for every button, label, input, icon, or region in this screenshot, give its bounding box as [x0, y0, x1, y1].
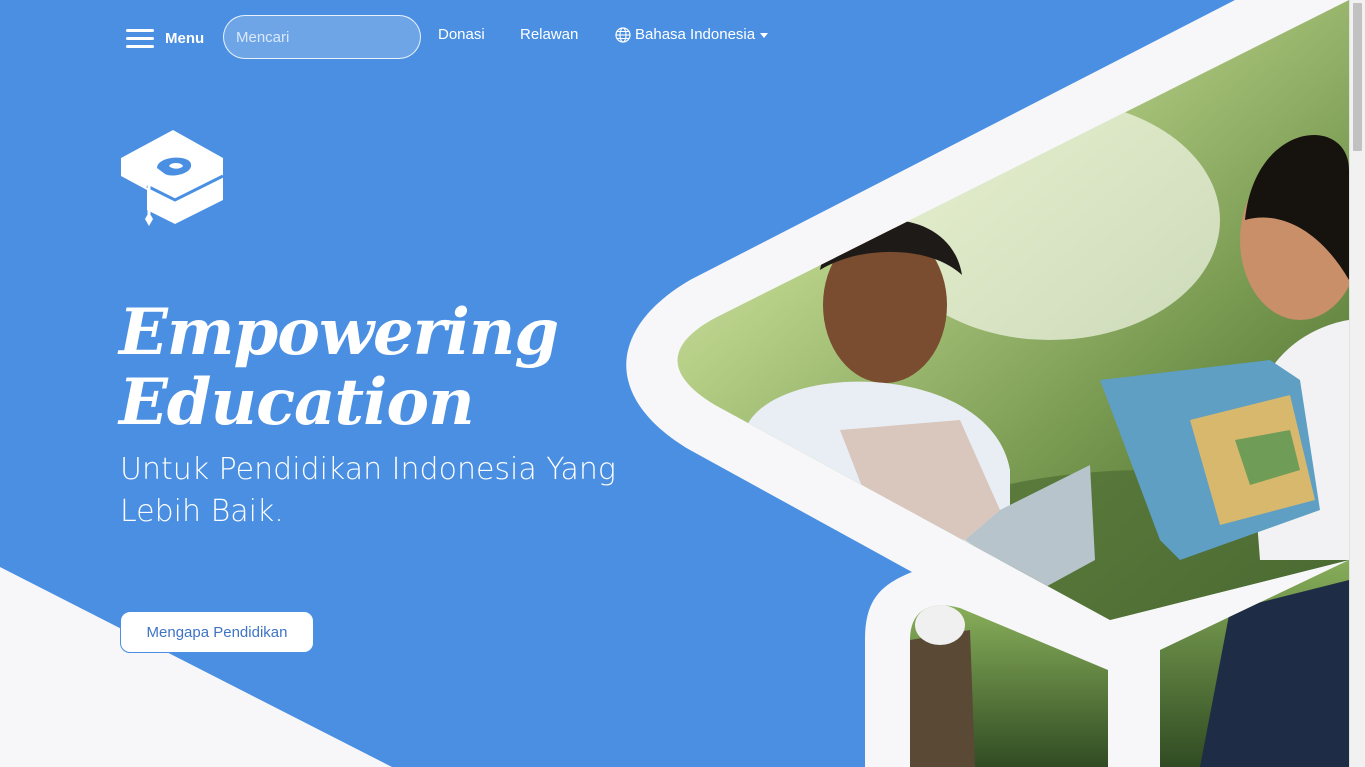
menu-label: Menu: [165, 29, 205, 47]
caret-down-icon: [760, 33, 769, 38]
headline-line-1: Empowering: [119, 295, 559, 370]
top-navigation: Menu Donasi Relawan Bahasa Indonesia: [0, 0, 1349, 72]
why-education-button[interactable]: Mengapa Pendidikan: [120, 611, 314, 653]
language-selector[interactable]: Bahasa Indonesia: [615, 26, 769, 43]
page-scrollbar[interactable]: [1349, 0, 1365, 767]
nav-link-volunteer[interactable]: Relawan: [520, 26, 578, 43]
nav-link-donate[interactable]: Donasi: [438, 26, 485, 43]
language-label: Bahasa Indonesia: [635, 26, 756, 43]
scrollbar-thumb[interactable]: [1353, 3, 1362, 151]
subtitle-line-1: Untuk Pendidikan Indonesia Yang: [120, 452, 616, 487]
subtitle-line-2: Lebih Baik.: [120, 494, 284, 529]
menu-button[interactable]: Menu: [126, 24, 204, 52]
hero-headline: Empowering Education: [119, 295, 559, 440]
graduation-cap-logo: [121, 130, 224, 226]
menu-icon: [126, 27, 156, 49]
headline-line-2: Education: [119, 365, 475, 440]
hero-subtitle: Untuk Pendidikan Indonesia Yang Lebih Ba…: [120, 449, 660, 533]
globe-icon: [615, 26, 631, 43]
search-input[interactable]: [223, 15, 421, 59]
